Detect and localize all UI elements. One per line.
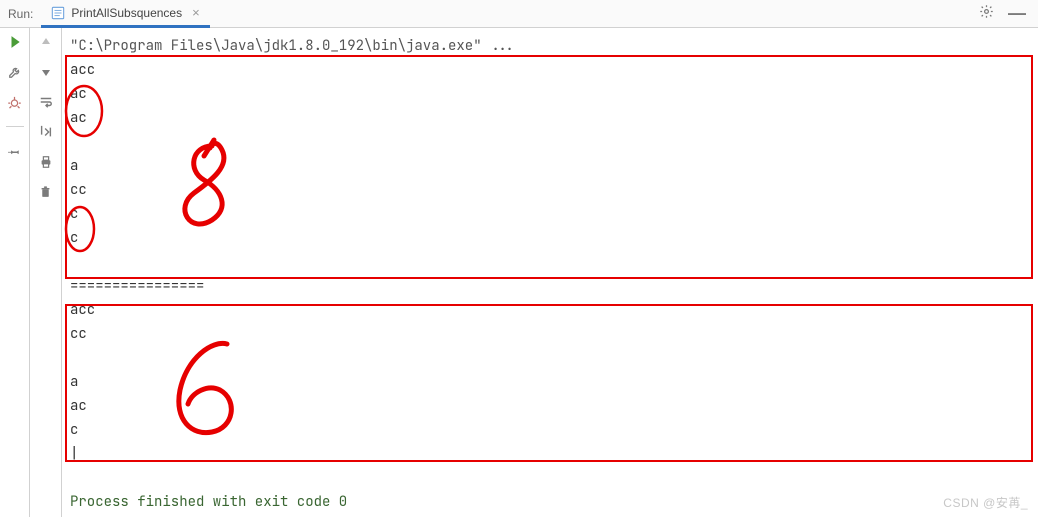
- gear-icon[interactable]: [971, 4, 1002, 23]
- print-icon[interactable]: [38, 154, 54, 170]
- down-arrow-icon[interactable]: [38, 64, 54, 80]
- tab-label: PrintAllSubsquences: [71, 6, 182, 20]
- mid-gutter: [30, 28, 62, 517]
- tab-run-config[interactable]: PrintAllSubsquences ×: [41, 1, 209, 28]
- scroll-to-end-icon[interactable]: [38, 124, 54, 140]
- console-output[interactable]: "C:\Program Files\Java\jdk1.8.0_192\bin\…: [62, 28, 1038, 514]
- bug-icon[interactable]: [7, 94, 23, 110]
- close-icon[interactable]: ×: [192, 6, 200, 19]
- up-arrow-icon[interactable]: [38, 34, 54, 50]
- wrench-icon[interactable]: [7, 64, 23, 80]
- left-gutter: [0, 28, 30, 517]
- watermark: CSDN @安苒_: [943, 494, 1028, 511]
- soft-wrap-icon[interactable]: [38, 94, 54, 110]
- pin-icon[interactable]: [7, 143, 23, 159]
- run-label: Run:: [4, 7, 41, 21]
- rerun-icon[interactable]: [7, 34, 23, 50]
- minimize-icon[interactable]: —: [1002, 3, 1032, 24]
- java-file-icon: [51, 6, 65, 20]
- trash-icon[interactable]: [38, 184, 54, 200]
